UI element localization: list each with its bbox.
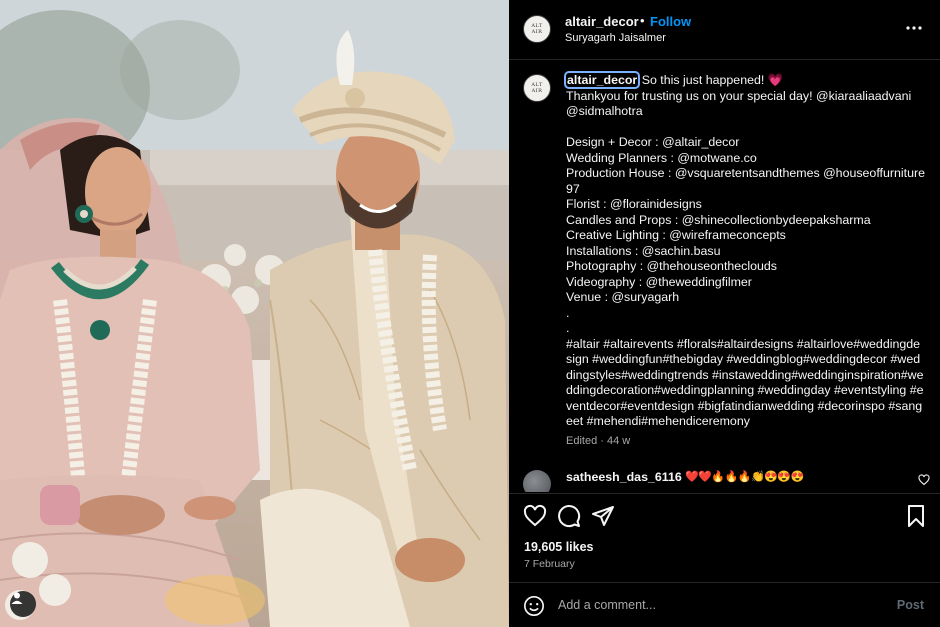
follow-button[interactable]: Follow (650, 14, 691, 29)
comment-like-icon[interactable] (918, 474, 930, 486)
brand-logo: ALT AIR (531, 82, 543, 94)
caption-intro: So this just happened! 💗 (638, 73, 784, 87)
likes-count[interactable]: 19,605 likes (524, 540, 594, 554)
comment-row: satheesh_das_6116 ❤️❤️🔥🔥🔥👏😍😍😍 (509, 464, 940, 492)
emoji-icon[interactable] (523, 595, 545, 617)
separator-dot: • (640, 13, 645, 28)
commenter-avatar[interactable] (523, 470, 551, 492)
tagged-users-button[interactable] (10, 591, 36, 617)
header-username[interactable]: altair_decor (565, 14, 639, 29)
commenter-username[interactable]: satheesh_das_6116 (566, 470, 682, 484)
post-date: 7 February (524, 558, 575, 570)
heart-icon[interactable] (523, 504, 547, 528)
comment-icon[interactable] (557, 504, 581, 528)
caption-avatar[interactable]: ALT AIR (523, 74, 551, 102)
post-photo[interactable] (0, 0, 509, 627)
send-icon[interactable] (591, 504, 615, 528)
brand-logo: ALT AIR (531, 23, 543, 35)
caption-meta: Edited · 44 w (566, 435, 631, 447)
wedding-couple-image (0, 0, 509, 627)
post-actions: 19,605 likes 7 February (509, 493, 940, 581)
comment-input[interactable]: Add a comment... (558, 598, 656, 612)
caption-section: ALT AIR altair_decor So this just happen… (509, 60, 940, 500)
bookmark-icon[interactable] (904, 504, 928, 528)
more-horizontal-icon[interactable] (904, 20, 924, 36)
post-comment-button[interactable]: Post (897, 598, 924, 612)
post-header: ALT AIR altair_decor • Follow Suryagarh … (509, 0, 940, 60)
post-details-panel: ALT AIR altair_decor • Follow Suryagarh … (509, 0, 940, 627)
profile-avatar[interactable]: ALT AIR (523, 15, 551, 43)
comment-text: ❤️❤️🔥🔥🔥👏😍😍😍 (685, 471, 804, 483)
user-icon (11, 592, 23, 604)
caption-first-line: altair_decor So this just happened! 💗 (563, 71, 926, 89)
caption-username[interactable]: altair_decor (563, 71, 641, 89)
add-comment-bar: Add a comment... Post (509, 582, 940, 627)
caption-text: Thankyou for trusting us on your special… (566, 88, 925, 429)
location-link[interactable]: Suryagarh Jaisalmer (565, 32, 666, 44)
